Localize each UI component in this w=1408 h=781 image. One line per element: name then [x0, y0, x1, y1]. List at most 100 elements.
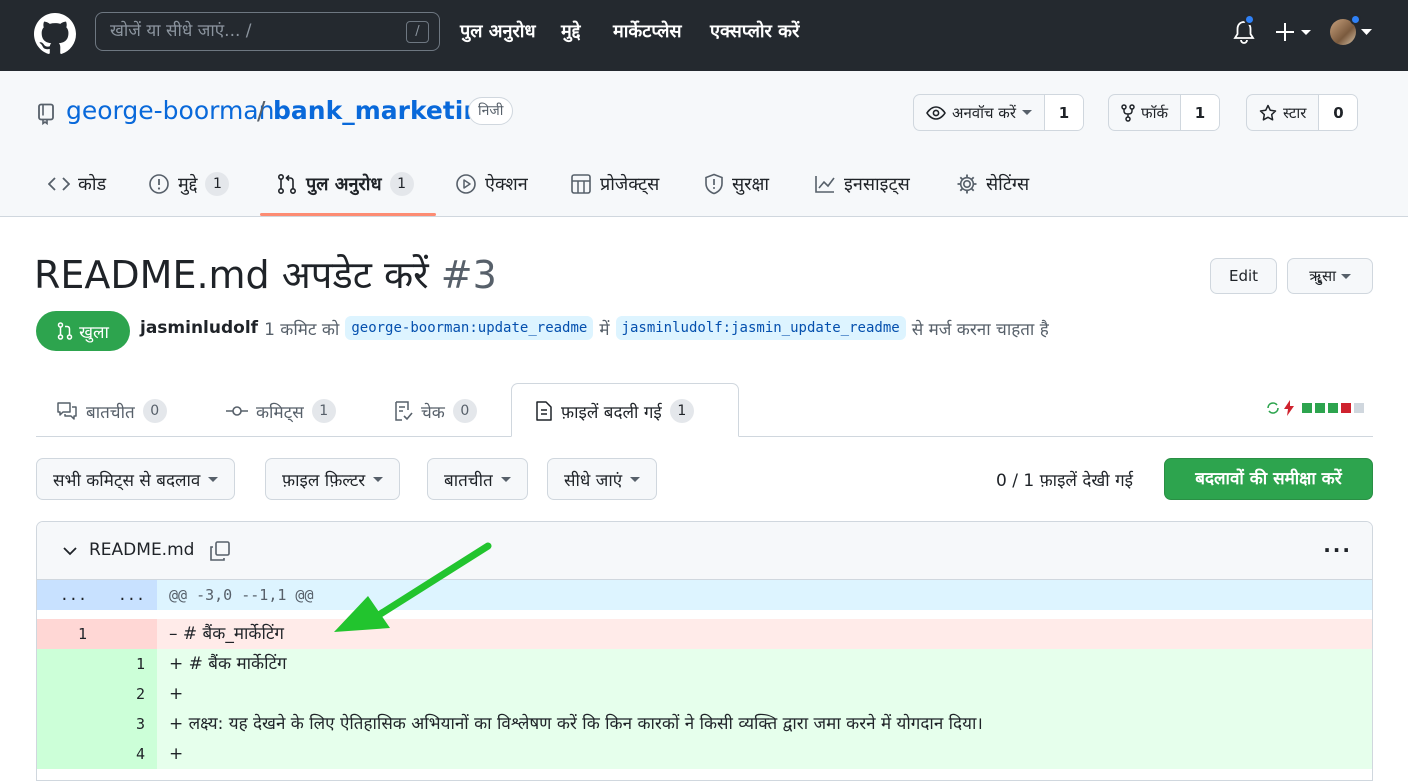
diff-stat [1266, 400, 1364, 416]
caret-down-icon [630, 476, 641, 482]
annotation-arrow-icon [334, 542, 492, 632]
github-logo-icon[interactable] [34, 13, 76, 55]
hunk-header-row[interactable]: ... ... @@ -3,0 --1,1 @@ [37, 580, 1372, 610]
tab-count: 0 [142, 399, 167, 423]
tab-code[interactable]: कोड [48, 169, 106, 199]
author-link[interactable]: jasminludolf [140, 318, 258, 338]
tab-projects[interactable]: प्रोजेक्ट्स [570, 169, 659, 199]
expand-right[interactable]: ... [97, 580, 145, 610]
diffstat-block [1341, 403, 1351, 413]
new-line-number[interactable]: 1 [97, 649, 145, 679]
tab-label: बातचीत [86, 402, 135, 423]
old-line-number[interactable] [37, 679, 87, 709]
repo-name-link[interactable]: bank_marketing [273, 96, 499, 125]
tab-security[interactable]: सुरक्षा [704, 169, 769, 199]
tab-checks[interactable]: चेक 0 [393, 394, 477, 428]
chevron-down-icon[interactable] [63, 546, 77, 556]
copy-icon[interactable] [209, 540, 231, 562]
expand-left[interactable]: ... [37, 580, 87, 610]
conversations-dropdown[interactable]: बातचीत [427, 458, 528, 500]
nav-pull-requests[interactable]: पुल अनुरोध [460, 19, 536, 45]
nav-issues[interactable]: मुद्दे [561, 19, 580, 45]
pr-meta: jasminludolf 1 कमिट को george-boorman:up… [140, 316, 1049, 340]
tab-settings[interactable]: सेटिंग्स [956, 169, 1029, 199]
kebab-menu-icon[interactable]: ··· [1323, 538, 1352, 562]
caret-down-icon [500, 476, 511, 482]
code-button-label: ॠुसा [1309, 267, 1337, 285]
dropdown-label: सभी कमिट्स से बदलाव [53, 470, 201, 491]
table-icon [571, 174, 591, 194]
new-line-number[interactable]: 4 [97, 739, 145, 769]
review-changes-button[interactable]: बदलावों की समीक्षा करें [1164, 458, 1373, 500]
diffstat-block [1315, 403, 1325, 413]
comment-icon [57, 402, 77, 420]
pr-number: #3 [440, 253, 497, 297]
watch-label: अनवॉच करें [952, 103, 1016, 122]
tab-label: चेक [421, 402, 445, 423]
graph-icon [815, 176, 835, 193]
tab-label: मुद्दे [178, 174, 198, 195]
search-input[interactable]: खोजें या सीधे जाएं... / / [95, 12, 440, 51]
checklist-icon [395, 401, 413, 421]
new-line-number[interactable]: 3 [97, 709, 145, 739]
tab-issues[interactable]: मुद्दे 1 [148, 169, 230, 199]
tab-files-changed[interactable]: फ़ाइलें बदली गई 1 [535, 394, 694, 428]
nav-marketplace[interactable]: मार्केटप्लेस [613, 19, 682, 45]
diff-line-deleted: 1 – # बैंक_मार्केटिंग [37, 619, 1372, 649]
fork-label: फॉर्क [1141, 103, 1168, 122]
file-filter-dropdown[interactable]: फ़ाइल फ़िल्टर [265, 458, 401, 500]
tab-label: पुल अनुरोध [306, 174, 382, 195]
repo-header: george-boorman / bank_marketing निजी अनव… [0, 71, 1408, 217]
file-diff-icon [536, 401, 552, 421]
fork-button[interactable]: फॉर्क 1 [1108, 94, 1220, 131]
avatar-status-dot [1350, 14, 1361, 25]
nav-explore[interactable]: एक्सप्लोर करें [710, 19, 799, 45]
base-branch[interactable]: george-boorman:update_readme [345, 316, 594, 340]
commit-count-text: 1 कमिट को [264, 319, 340, 340]
tab-count: 0 [452, 399, 477, 423]
tab-count: 1 [389, 172, 414, 196]
tab-actions[interactable]: ऐक्शन [455, 169, 528, 199]
watch-count: 1 [1044, 95, 1083, 130]
hunk-header: @@ -3,0 --1,1 @@ [169, 586, 314, 604]
diff-filename[interactable]: README.md [89, 540, 194, 560]
diff-line-added: 4 + [37, 739, 1372, 769]
pr-title: README.md अपडेट करें [34, 253, 429, 297]
new-line-number[interactable]: 2 [97, 679, 145, 709]
sync-icon [1267, 402, 1279, 414]
line-code: + लक्ष्य: यह देखने के लिए ऐतिहासिक अभिया… [169, 714, 983, 734]
tab-label: सुरक्षा [732, 174, 770, 195]
tab-insights[interactable]: इनसाइट्स [814, 169, 910, 199]
head-branch[interactable]: jasminludolf:jasmin_update_readme [615, 316, 906, 340]
old-line-number[interactable]: 1 [37, 619, 87, 649]
jump-to-dropdown[interactable]: सीधे जाएं [547, 458, 658, 500]
old-line-number[interactable] [37, 649, 87, 679]
edit-button[interactable]: Edit [1210, 258, 1277, 294]
plus-icon[interactable] [1276, 22, 1312, 42]
old-line-number[interactable] [37, 709, 87, 739]
tab-commits[interactable]: कमिट्स 1 [226, 394, 336, 428]
play-icon [456, 174, 476, 194]
old-line-number[interactable] [37, 739, 87, 769]
search-shortcut-key: / [406, 21, 429, 43]
star-button[interactable]: स्टार 0 [1246, 94, 1359, 131]
star-count: 0 [1319, 95, 1358, 130]
diffstat-block [1354, 403, 1364, 413]
eye-icon [926, 105, 946, 120]
zap-icon [1284, 400, 1294, 416]
watch-button[interactable]: अनवॉच करें 1 [913, 94, 1084, 131]
repo-owner-link[interactable]: george-boorman [66, 96, 274, 125]
caret-down-icon [373, 476, 384, 482]
new-line-number[interactable] [97, 619, 145, 649]
gear-icon [957, 174, 977, 194]
tab-conversation[interactable]: बातचीत 0 [56, 394, 167, 428]
caret-down-icon [1021, 110, 1032, 115]
code-button[interactable]: ॠुसा [1287, 258, 1373, 294]
diffstat-block [1302, 403, 1312, 413]
shield-icon [705, 173, 723, 195]
tab-label: कमिट्स [256, 402, 304, 423]
notification-dot [1244, 14, 1255, 25]
tab-pull-requests[interactable]: पुल अनुरोध 1 [276, 169, 414, 199]
code-icon [48, 177, 70, 191]
commits-filter-dropdown[interactable]: सभी कमिट्स से बदलाव [36, 458, 236, 500]
